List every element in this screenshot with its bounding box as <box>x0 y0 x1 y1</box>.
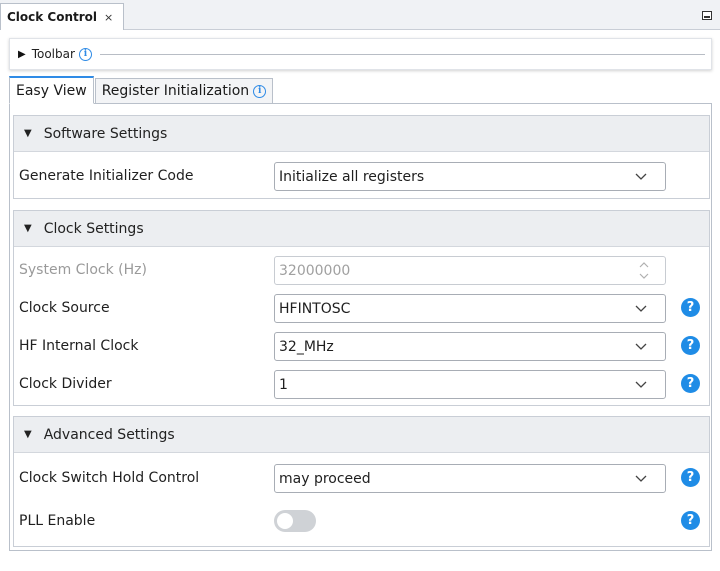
generate-initializer-dropdown[interactable]: Initialize all registers <box>274 162 666 191</box>
section-title: Software Settings <box>43 125 168 142</box>
view-tab-title: Clock Control <box>7 10 98 24</box>
system-clock-label: System Clock (Hz) <box>19 262 147 278</box>
toggle-knob <box>277 513 293 529</box>
generate-initializer-label: Generate Initializer Code <box>19 168 194 184</box>
system-clock-spinner: 32000000 <box>274 256 666 285</box>
pll-enable-row: PLL Enable ? <box>14 503 709 541</box>
spinner-value: 32000000 <box>279 262 351 279</box>
tab-bar: Easy View Register Initialization i <box>9 76 274 104</box>
toolbar-label: Toolbar <box>31 47 75 61</box>
pll-enable-toggle[interactable] <box>274 510 316 532</box>
clock-settings-header[interactable]: ▼ Clock Settings <box>14 211 709 247</box>
chevron-down-icon <box>635 475 647 482</box>
generate-initializer-row: Generate Initializer Code Initialize all… <box>14 158 709 196</box>
clock-divider-row: Clock Divider 1 ? <box>14 366 709 404</box>
chevron-down-icon <box>635 381 647 388</box>
dropdown-value: Initialize all registers <box>279 168 425 185</box>
clock-source-label: Clock Source <box>19 300 110 316</box>
view-tab-strip: Clock Control × <box>0 0 720 30</box>
dropdown-value: HFINTOSC <box>279 300 351 317</box>
help-icon[interactable]: ? <box>681 374 700 393</box>
chevron-down-icon <box>635 305 647 312</box>
advanced-settings-header[interactable]: ▼ Advanced Settings <box>14 417 709 453</box>
view-tab-clock-control[interactable]: Clock Control × <box>0 3 124 30</box>
clock-switch-hold-label: Clock Switch Hold Control <box>19 470 200 486</box>
help-icon[interactable]: ? <box>681 511 700 530</box>
clock-divider-label: Clock Divider <box>19 376 112 392</box>
clock-source-dropdown[interactable]: HFINTOSC <box>274 294 666 323</box>
clock-switch-hold-dropdown[interactable]: may proceed <box>274 464 666 493</box>
chevron-down-icon <box>635 173 647 180</box>
collapse-caret-icon: ▼ <box>24 128 32 139</box>
info-icon[interactable]: i <box>78 47 92 61</box>
chevron-down-icon <box>635 343 647 350</box>
clock-switch-hold-row: Clock Switch Hold Control may proceed ? <box>14 460 709 498</box>
hf-internal-clock-dropdown[interactable]: 32_MHz <box>274 332 666 361</box>
info-icon[interactable]: i <box>253 84 267 98</box>
collapse-caret-icon: ▼ <box>24 429 32 440</box>
clock-settings-section: ▼ Clock Settings System Clock (Hz) 32000… <box>13 210 710 406</box>
software-settings-section: ▼ Software Settings Generate Initializer… <box>13 115 710 199</box>
tab-register-initialization[interactable]: Register Initialization i <box>94 78 274 104</box>
spinner-arrows-icon <box>639 262 649 279</box>
tab-easy-view[interactable]: Easy View <box>9 76 94 104</box>
tab-register-initialization-label: Register Initialization <box>101 83 250 99</box>
dropdown-value: 1 <box>279 376 288 393</box>
section-title: Advanced Settings <box>43 426 175 443</box>
software-settings-header[interactable]: ▼ Software Settings <box>14 116 709 152</box>
clock-divider-dropdown[interactable]: 1 <box>274 370 666 399</box>
collapse-caret-icon: ▼ <box>24 223 32 234</box>
pll-enable-label: PLL Enable <box>19 513 96 529</box>
close-icon[interactable]: × <box>104 11 113 24</box>
help-icon[interactable]: ? <box>681 336 700 355</box>
hf-internal-clock-label: HF Internal Clock <box>19 338 139 354</box>
clock-source-row: Clock Source HFINTOSC ? <box>14 290 709 328</box>
expand-arrow-icon[interactable]: ▶ <box>18 49 26 60</box>
system-clock-row: System Clock (Hz) 32000000 <box>14 252 709 290</box>
help-icon[interactable]: ? <box>681 468 700 487</box>
toolbar-divider <box>99 53 705 55</box>
minimize-icon[interactable] <box>702 11 712 20</box>
hf-internal-clock-row: HF Internal Clock 32_MHz ? <box>14 328 709 366</box>
easy-view-panel: ▼ Software Settings Generate Initializer… <box>9 103 712 551</box>
dropdown-value: 32_MHz <box>279 338 334 355</box>
tab-easy-view-label: Easy View <box>16 82 87 99</box>
dropdown-value: may proceed <box>279 470 371 487</box>
advanced-settings-section: ▼ Advanced Settings Clock Switch Hold Co… <box>13 416 710 547</box>
help-icon[interactable]: ? <box>681 298 700 317</box>
toolbar: ▶ Toolbar i <box>9 38 712 70</box>
section-title: Clock Settings <box>43 220 144 237</box>
